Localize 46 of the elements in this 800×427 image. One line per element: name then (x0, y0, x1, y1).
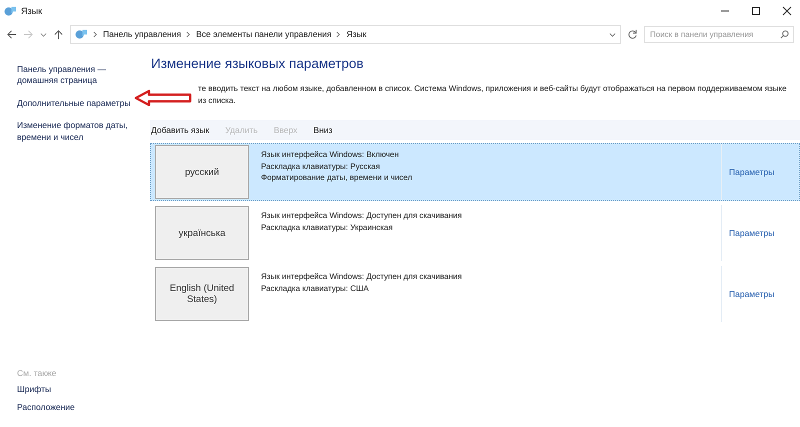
maximize-icon[interactable] (751, 6, 761, 16)
globe-icon (4, 6, 17, 16)
close-icon[interactable] (782, 6, 792, 16)
chevron-icon (336, 30, 342, 38)
language-detail: Язык интерфейса Windows: Включен (261, 150, 400, 161)
options-link[interactable]: Параметры (729, 228, 774, 238)
search-field[interactable]: Поиск в панели управления (644, 26, 794, 42)
page-heading: Изменение языковых параметров (151, 56, 365, 71)
language-detail: Раскладка клавиатуры: Русская (261, 162, 381, 172)
options-link[interactable]: Параметры (729, 167, 774, 178)
window-title: Язык (21, 6, 42, 16)
sidebar-link[interactable]: Шрифты (17, 384, 52, 396)
language-detail: Раскладка клавиатуры: США (261, 284, 370, 294)
breadcrumb[interactable]: Язык (346, 29, 366, 39)
description: те вводить текст на любом языке, добавленном в список. Система Windows, приложения и веб-сайты будут отображаться на первом поддерживаемом языке из списка. (198, 83, 788, 106)
caret-icon[interactable] (40, 30, 47, 38)
language-detail: Язык интерфейса Windows: Доступен для скачивания (261, 272, 463, 283)
globe-icon (75, 28, 88, 40)
refresh-icon[interactable] (627, 28, 638, 40)
language-row[interactable]: English (United States) Язык интерфейса Windows: Доступен для скачивания Раскладка клавиатуры: США Параметры (150, 265, 800, 324)
pointer-arrow (134, 89, 192, 107)
caret-icon[interactable] (609, 30, 616, 38)
toolbar-button[interactable]: Вниз (313, 125, 332, 136)
sidebar-link[interactable]: Панель управления — домашняя страница (17, 64, 140, 87)
back-arrow-icon[interactable] (6, 28, 17, 40)
language-row[interactable]: українська Язык интерфейса Windows: Доступен для скачивания Раскладка клавиатуры: Украинская Параметры (150, 204, 800, 262)
up-arrow-icon[interactable] (53, 28, 64, 40)
see-also-heading: См. также (17, 368, 58, 378)
breadcrumb[interactable]: Панель управления (103, 29, 182, 39)
chevron-icon (93, 30, 98, 38)
language-button[interactable]: English (United States) (155, 267, 249, 322)
breadcrumb[interactable]: Все элементы панели управления (196, 29, 332, 39)
search-icon (780, 30, 789, 38)
options-link[interactable]: Параметры (729, 289, 774, 300)
sidebar-link[interactable]: Дополнительные параметры (17, 98, 130, 110)
sidebar-link[interactable]: Изменение форматов даты, времени и чисел (17, 120, 140, 144)
toolbar-button[interactable]: Добавить язык (151, 125, 210, 136)
language-detail: Форматирование даты, времени и чисел (261, 172, 414, 184)
language-row[interactable]: русский Язык интерфейса Windows: Включен Раскладка клавиатуры: Русская Форматирование даты, времени и чисел Параметры (150, 143, 800, 202)
language-button[interactable]: українська (155, 206, 249, 260)
language-button[interactable]: русский (155, 145, 249, 200)
sidebar-link[interactable]: Расположение (17, 402, 75, 413)
language-detail: Язык интерфейса Windows: Доступен для скачивания (261, 211, 463, 222)
language-detail: Раскладка клавиатуры: Украинская (261, 222, 394, 233)
chevron-icon (186, 30, 192, 38)
address-field[interactable]: Панель управления Все элементы панели управления Язык (70, 24, 621, 44)
